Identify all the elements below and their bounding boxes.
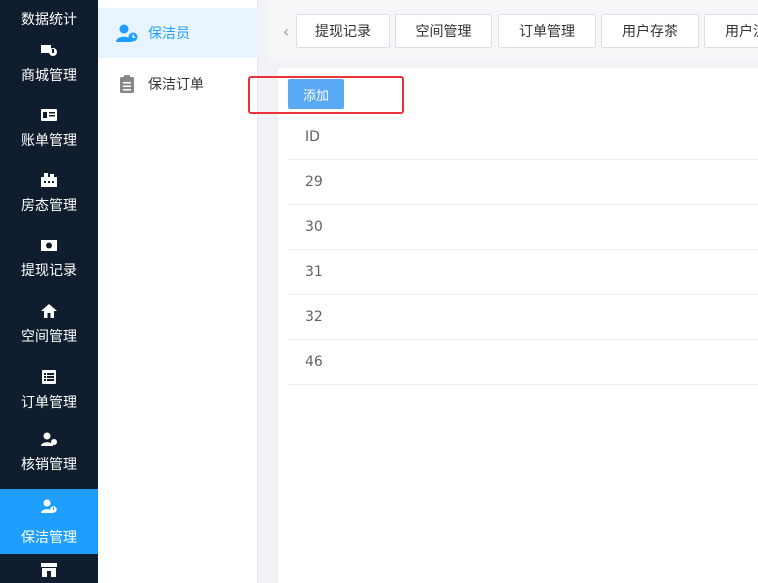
nav-item-label: 订单管理 bbox=[21, 395, 77, 411]
tabs-bar: ‹ 提现记录 空间管理 订单管理 用户存茶 用户流 bbox=[268, 0, 758, 62]
nav-item-label: 核销管理 bbox=[21, 457, 77, 473]
sub-item-label: 保洁员 bbox=[148, 26, 190, 42]
nav-item-room-status[interactable]: 房态管理 bbox=[0, 168, 98, 233]
nav-item-verify[interactable]: 核销管理 bbox=[0, 427, 98, 492]
nav-item-label: 保洁管理 bbox=[21, 530, 77, 546]
nav-item-stats[interactable]: 数据统计 bbox=[0, 0, 98, 36]
home-icon bbox=[0, 303, 98, 319]
nav-item-store[interactable] bbox=[0, 556, 98, 583]
highlight-box bbox=[248, 76, 404, 114]
cell-id: 32 bbox=[305, 309, 323, 325]
nav-item-space[interactable]: 空间管理 bbox=[0, 299, 98, 364]
tab-space[interactable]: 空间管理 bbox=[395, 14, 492, 48]
nav-item-label: 商城管理 bbox=[21, 68, 77, 84]
content-panel: 添加 ID 29 30 31 32 46 bbox=[278, 68, 758, 583]
sub-item-label: 保洁订单 bbox=[148, 77, 204, 93]
nav-item-label: 提现记录 bbox=[21, 263, 77, 279]
clipboard-icon bbox=[116, 75, 138, 93]
app-window: 数据统计 商城管理 账单管理 房态管理 提现记录 空间管理 订单管理 核销管理 … bbox=[0, 0, 758, 583]
nav-item-withdraw[interactable]: 提现记录 bbox=[0, 233, 98, 298]
tab-user-flow[interactable]: 用户流 bbox=[704, 14, 758, 48]
list-icon bbox=[0, 369, 98, 385]
building-icon bbox=[0, 172, 98, 188]
sub-menu: 保洁员 保洁订单 bbox=[98, 0, 258, 583]
table-row[interactable]: 31 bbox=[288, 250, 758, 295]
nav-item-label: 房态管理 bbox=[21, 198, 77, 214]
table-row[interactable]: 30 bbox=[288, 205, 758, 250]
chevron-left-icon[interactable]: ‹ bbox=[276, 14, 296, 48]
table-row[interactable]: 46 bbox=[288, 340, 758, 385]
shop-cart-icon bbox=[0, 42, 98, 58]
money-icon bbox=[0, 237, 98, 253]
store-icon bbox=[0, 562, 98, 578]
table-row[interactable]: 32 bbox=[288, 295, 758, 340]
sub-item-cleaning-orders[interactable]: 保洁订单 bbox=[98, 59, 258, 109]
sub-item-cleaner[interactable]: 保洁员 bbox=[98, 8, 258, 58]
tab-orders[interactable]: 订单管理 bbox=[498, 14, 596, 48]
nav-item-cleaning[interactable]: 保洁管理 bbox=[0, 489, 98, 554]
cell-id: 29 bbox=[305, 174, 323, 190]
user-clock-icon bbox=[116, 24, 138, 42]
table-row[interactable]: 29 bbox=[288, 160, 758, 205]
cell-id: 30 bbox=[305, 219, 323, 235]
nav-item-bill[interactable]: 账单管理 bbox=[0, 103, 98, 168]
user-clock-icon bbox=[0, 498, 98, 514]
cell-id: 31 bbox=[305, 264, 323, 280]
tab-withdraw[interactable]: 提现记录 bbox=[296, 14, 390, 48]
cleaner-table: ID 29 30 31 32 46 bbox=[288, 115, 758, 385]
bill-card-icon bbox=[0, 107, 98, 123]
nav-item-label: 账单管理 bbox=[21, 133, 77, 149]
table-header: ID bbox=[288, 115, 758, 160]
nav-item-mall[interactable]: 商城管理 bbox=[0, 38, 98, 103]
tab-user-tea[interactable]: 用户存茶 bbox=[601, 14, 699, 48]
main-nav: 数据统计 商城管理 账单管理 房态管理 提现记录 空间管理 订单管理 核销管理 … bbox=[0, 0, 98, 583]
column-header-id: ID bbox=[305, 129, 320, 145]
user-verify-icon bbox=[0, 431, 98, 447]
nav-item-label: 数据统计 bbox=[21, 12, 77, 28]
cell-id: 46 bbox=[305, 354, 323, 370]
nav-item-orders[interactable]: 订单管理 bbox=[0, 365, 98, 430]
nav-item-label: 空间管理 bbox=[21, 329, 77, 345]
